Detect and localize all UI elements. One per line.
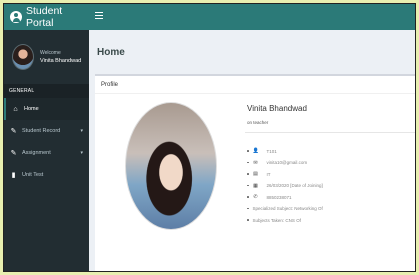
detail-specialized-subject: Specialized Subject: Networking Of [247, 206, 323, 212]
calendar-icon: ▦ [253, 182, 258, 189]
detail-subjects-taken: Subjects Taken: CNS Of [247, 217, 323, 223]
id-card-icon: ▤ [253, 171, 258, 177]
divider [245, 132, 415, 133]
profile-role: on teacher [247, 120, 269, 125]
user-name: Vinita Bhandwad [40, 58, 82, 64]
menu-toggle-icon[interactable] [95, 12, 103, 19]
profile-details: 👤 T101 ✉ vinita10@gmail.com ▤ IT ▦ 26/03… [247, 148, 323, 223]
profile-box: Profile Vinita Bhandwad on teacher 👤 T10… [95, 74, 415, 271]
page-title: Home [97, 47, 125, 58]
profile-photo [125, 102, 217, 230]
chevron-down-icon: ▾ [80, 150, 83, 156]
app-window: Student Portal Welcome Vinita Bhandwad G… [3, 3, 416, 272]
edit-icon: ✎ [10, 127, 17, 135]
sidebar-item-label: Unit Test [22, 172, 44, 178]
sidebar-item-student-record[interactable]: ✎ Student Record ▾ [4, 120, 89, 142]
user-icon: 👤 [252, 148, 259, 154]
sidebar-item-label: Home [24, 106, 39, 112]
user-circle-icon [10, 11, 22, 23]
sidebar-item-assignment[interactable]: ✎ Assignment ▾ [4, 142, 89, 164]
welcome-text: Welcome [40, 50, 61, 56]
menu-section-header: GENERAL [4, 84, 89, 98]
edit-icon: ✎ [10, 149, 17, 157]
detail-email: ✉ vinita10@gmail.com [247, 160, 323, 166]
home-icon: ⌂ [13, 105, 18, 113]
profile-name: Vinita Bhandwad [247, 104, 307, 113]
detail-teacher-id: 👤 T101 [247, 148, 323, 154]
detail-department: ▤ IT [247, 171, 323, 177]
app-title: Student Portal [26, 5, 63, 29]
brand-bar[interactable]: Student Portal [4, 4, 89, 30]
sidebar-item-unit-test[interactable]: ▮ Unit Test [4, 164, 89, 186]
top-navbar [89, 4, 415, 30]
file-icon: ▮ [11, 171, 16, 179]
user-panel: Welcome Vinita Bhandwad [4, 30, 89, 84]
phone-icon: ✆ [253, 194, 258, 200]
main-content: Home Profile Vinita Bhandwad on teacher … [89, 30, 415, 271]
profile-box-title: Profile [95, 76, 415, 94]
sidebar-item-label: Assignment [22, 150, 51, 156]
sidebar-item-home[interactable]: ⌂ Home [4, 98, 89, 120]
sidebar: Student Portal Welcome Vinita Bhandwad G… [4, 4, 89, 271]
chevron-down-icon: ▾ [80, 128, 83, 134]
sidebar-item-label: Student Record [22, 128, 61, 134]
detail-joining-date: ▦ 26/03/2020 [Date of Joining] [247, 183, 323, 189]
avatar [12, 44, 34, 70]
detail-phone: ✆ 8850238071 [247, 194, 323, 200]
envelope-icon: ✉ [253, 159, 258, 166]
